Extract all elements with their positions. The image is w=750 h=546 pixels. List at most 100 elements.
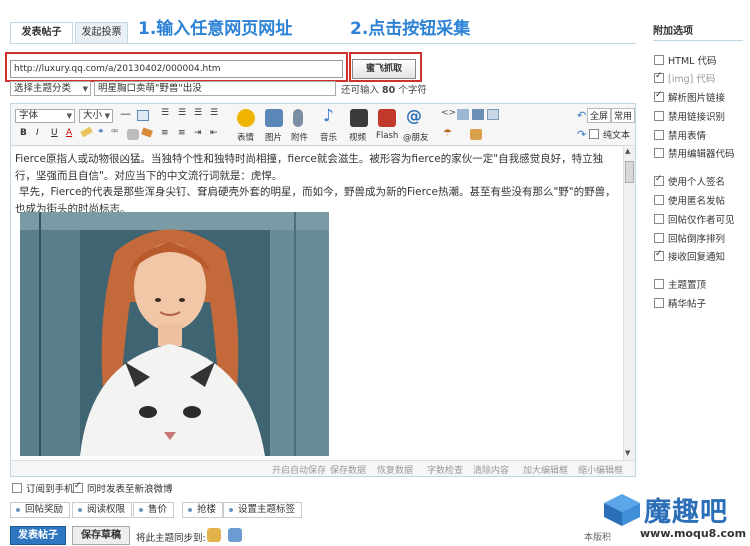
status-autosave[interactable]: 开启自动保存: [272, 463, 326, 476]
table-icon[interactable]: [137, 110, 149, 121]
checkbox[interactable]: [12, 483, 22, 493]
sync-qzone-icon[interactable]: [207, 528, 221, 542]
editor-scrollbar[interactable]: ▲ ▼: [623, 147, 635, 460]
post-button[interactable]: 发表帖子: [10, 526, 66, 545]
scroll-thumb[interactable]: [625, 161, 634, 183]
fullscreen-button[interactable]: 全屏: [587, 108, 612, 123]
option-use-signature[interactable]: 使用个人签名: [654, 174, 725, 188]
plaintext-checkbox[interactable]: [589, 129, 599, 139]
title-input[interactable]: 明星胸口卖萌"野兽"出没: [94, 81, 336, 96]
grab-button[interactable]: 蜜飞抓取: [352, 59, 416, 79]
plaintext-toggle[interactable]: 纯文本: [589, 128, 630, 141]
sync-weibo[interactable]: 同时发表至新浪微博: [73, 481, 173, 495]
url-input[interactable]: http://luxury.qq.com/a/20130402/000004.h…: [10, 60, 343, 78]
category-select[interactable]: 选择主题分类 ▼: [10, 81, 91, 96]
option-disable-smilies[interactable]: 禁用表情: [654, 128, 706, 142]
reply-reward-button[interactable]: 回帖奖励: [10, 502, 71, 518]
indent-icon[interactable]: ⇥: [194, 128, 202, 138]
checkbox[interactable]: [654, 71, 664, 83]
underline-icon[interactable]: U: [51, 128, 58, 138]
option-img-code[interactable]: [img] 代码: [654, 71, 715, 85]
code-icon[interactable]: <>: [441, 108, 456, 118]
video-icon: [350, 109, 368, 127]
font-select-value: 字体: [19, 110, 39, 121]
highlight-icon[interactable]: [80, 126, 93, 138]
option-disable-editor-code[interactable]: 禁用编辑器代码: [654, 146, 735, 160]
italic-icon[interactable]: I: [36, 128, 39, 138]
checkbox[interactable]: [654, 233, 664, 243]
align-left-icon[interactable]: ☰: [161, 108, 169, 118]
flash-label: Flash: [376, 131, 399, 141]
subscribe-label: 订阅到手机: [26, 484, 74, 495]
checkbox[interactable]: [654, 55, 664, 65]
scroll-down-icon[interactable]: ▼: [625, 449, 630, 457]
option-reply-author-only[interactable]: 回帖仅作者可见: [654, 212, 735, 226]
sync-weibo-icon[interactable]: [228, 528, 242, 542]
set-tags-button[interactable]: 设置主题标签: [223, 502, 303, 518]
option-digest[interactable]: 精华帖子: [654, 296, 706, 310]
music-label: 音乐: [320, 133, 338, 143]
link-icon[interactable]: ⚭: [97, 127, 105, 137]
step1-annotation: 1.输入任意网页网址: [138, 19, 293, 39]
checkbox[interactable]: [654, 195, 664, 205]
ordered-list-icon[interactable]: ≡: [161, 128, 169, 138]
page-icon[interactable]: [487, 109, 499, 120]
status-clear[interactable]: 清除内容: [473, 463, 509, 476]
font-select[interactable]: 字体 ▼: [15, 109, 75, 123]
size-select[interactable]: 大小 ▼: [79, 109, 113, 123]
read-permission-button[interactable]: 阅读权限: [72, 502, 133, 518]
option-parse-image-links[interactable]: 解析图片链接: [654, 90, 725, 104]
checkbox[interactable]: [654, 148, 664, 158]
checkbox[interactable]: [654, 214, 664, 224]
common-button[interactable]: 常用: [611, 108, 635, 123]
tab-poll[interactable]: 发起投票: [75, 22, 128, 43]
option-reply-reverse[interactable]: 回帖倒序排列: [654, 231, 725, 245]
hr-icon[interactable]: —: [120, 107, 131, 120]
checkbox[interactable]: [73, 481, 83, 493]
status-shrink[interactable]: 缩小编辑框: [578, 463, 623, 476]
status-save-data[interactable]: 保存数据: [330, 463, 366, 476]
save-draft-button[interactable]: 保存草稿: [72, 526, 130, 545]
size-select-value: 大小: [83, 110, 103, 121]
weibo-label: 同时发表至新浪微博: [87, 484, 173, 495]
option-html-code[interactable]: HTML 代码: [654, 53, 716, 67]
option-reply-notify[interactable]: 接收回复通知: [654, 249, 726, 263]
bold-icon[interactable]: B: [20, 128, 27, 138]
unordered-list-icon[interactable]: ≡: [178, 128, 186, 138]
scroll-up-icon[interactable]: ▲: [625, 147, 630, 155]
option-disable-link-detect[interactable]: 禁用链接识别: [654, 109, 726, 123]
hide-icon[interactable]: ☂: [443, 128, 452, 139]
text-color-icon[interactable]: A: [66, 128, 72, 138]
outdent-icon[interactable]: ⇤: [210, 128, 218, 138]
status-word-check[interactable]: 字数检查: [427, 463, 463, 476]
checkbox[interactable]: [654, 174, 664, 186]
option-anonymous[interactable]: 使用匿名发帖: [654, 193, 725, 207]
align-right-icon[interactable]: ☰: [194, 108, 202, 118]
status-enlarge[interactable]: 加大编辑框: [523, 463, 568, 476]
format-brush-icon[interactable]: [141, 127, 153, 138]
price-button[interactable]: 售价: [133, 502, 175, 518]
checkbox[interactable]: [654, 111, 664, 121]
option-label: 禁用链接识别: [668, 112, 726, 123]
redo-icon[interactable]: ↷: [577, 128, 586, 141]
unlink-icon[interactable]: ⚮: [111, 127, 119, 137]
tab-post[interactable]: 发表帖子: [10, 22, 73, 44]
align-justify-icon[interactable]: ☰: [210, 108, 218, 118]
status-restore-data[interactable]: 恢复数据: [377, 463, 413, 476]
grab-floor-button[interactable]: 抢楼: [182, 502, 224, 518]
editor-statusbar: 开启自动保存 保存数据 恢复数据 字数检查 清除内容 加大编辑框 缩小编辑框: [11, 460, 635, 476]
checkbox[interactable]: [654, 90, 664, 102]
quote-icon[interactable]: [457, 109, 469, 120]
checkbox[interactable]: [654, 249, 664, 261]
align-center-icon[interactable]: ☰: [178, 108, 186, 118]
checkbox[interactable]: [654, 130, 664, 140]
password-icon[interactable]: [470, 129, 482, 140]
clear-format-icon[interactable]: [127, 129, 139, 140]
checkbox[interactable]: [654, 279, 664, 289]
undo-icon[interactable]: ↶: [577, 109, 586, 122]
option-sticky[interactable]: 主题置顶: [654, 277, 706, 291]
checkbox[interactable]: [654, 298, 664, 308]
option-label: 接收回复通知: [668, 252, 726, 263]
subscribe-mobile[interactable]: 订阅到手机: [12, 481, 74, 495]
free-icon[interactable]: [472, 109, 484, 120]
